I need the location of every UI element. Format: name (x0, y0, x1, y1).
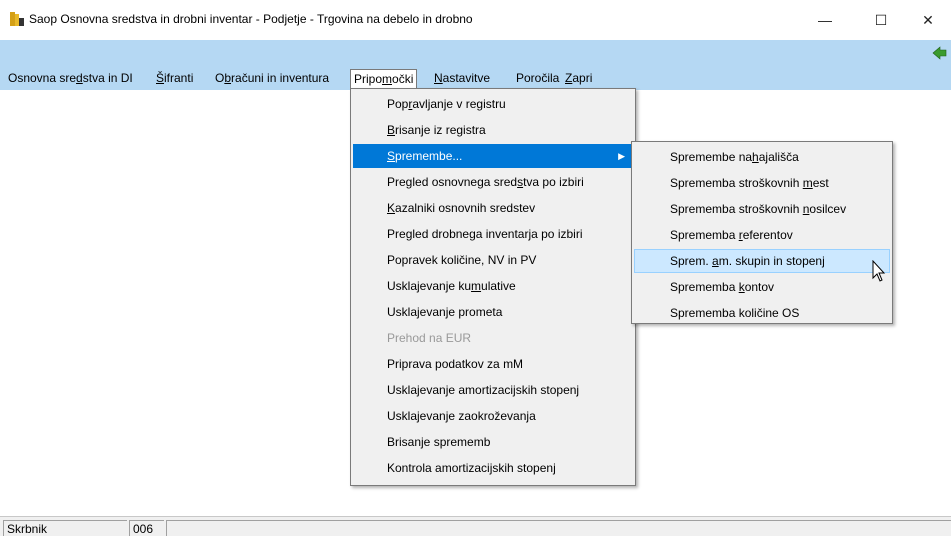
dropdown-item[interactable]: Usklajevanje kumulative (353, 274, 633, 298)
submenu-item-hovered[interactable]: Sprem. am. skupin in stopenj (634, 249, 890, 273)
dropdown-item[interactable]: Brisanje iz registra (353, 118, 633, 142)
dropdown-item[interactable]: Kazalniki osnovnih sredstev (353, 196, 633, 220)
menu-porocila[interactable]: Poročila (513, 69, 562, 89)
app-icon (10, 12, 24, 26)
menu-zapri[interactable]: Zapri (562, 69, 595, 89)
dropdown-item[interactable]: Popravljanje v registru (353, 92, 633, 116)
dropdown-item[interactable]: Priprava podatkov za mM (353, 352, 633, 376)
maximize-button[interactable]: ☐ (858, 4, 904, 36)
dropdown-item-disabled: Prehod na EUR (387, 331, 472, 345)
dropdown-item[interactable]: Usklajevanje prometa (353, 300, 633, 324)
dropdown-item[interactable]: Brisanje sprememb (353, 430, 633, 454)
mouse-pointer-icon (872, 260, 886, 282)
status-label: Skrbnik (3, 520, 127, 536)
dropdown-item[interactable]: Pregled osnovnega sredstva po izbiri (353, 170, 633, 194)
green-arrow-icon[interactable] (932, 46, 948, 60)
menu-osnovna-sredstva[interactable]: Osnovna sredstva in DI (5, 69, 136, 89)
dropdown-item[interactable]: Kontrola amortizacijskih stopenj (353, 456, 633, 480)
menu-pripomocki[interactable]: Pripomočki (350, 69, 418, 89)
submenu-item[interactable]: Sprememba stroškovnih mest (634, 171, 890, 195)
window-title: Saop Osnovna sredstva in drobni inventar… (29, 12, 473, 26)
dropdown-item-spremembe[interactable]: Spremembe... ▶ (353, 144, 633, 168)
status-bar: Skrbnik 006 (0, 516, 951, 536)
minimize-button[interactable]: — (802, 4, 848, 36)
submenu-item[interactable]: Sprememba količine OS (634, 301, 890, 325)
toolbar-strip (0, 40, 951, 66)
spremembe-submenu: Spremembe nahajališča Sprememba stroškov… (631, 141, 893, 324)
menu-nastavitve[interactable]: Nastavitve (431, 69, 493, 89)
submenu-item[interactable]: Sprememba kontov (634, 275, 890, 299)
menu-obracuni[interactable]: Obračuni in inventura (212, 69, 332, 89)
dropdown-item[interactable]: Popravek količine, NV in PV (353, 248, 633, 272)
menu-bar: Osnovna sredstva in DI Šifranti Obračuni… (0, 66, 951, 90)
close-button[interactable]: ✕ (905, 4, 951, 36)
dropdown-item[interactable]: Pregled drobnega inventarja po izbiri (353, 222, 633, 246)
submenu-item[interactable]: Sprememba stroškovnih nosilcev (634, 197, 890, 221)
status-value: 006 (129, 520, 164, 536)
submenu-arrow-icon: ▶ (618, 151, 625, 161)
submenu-item[interactable]: Spremembe nahajališča (634, 145, 890, 169)
dropdown-item[interactable]: Usklajevanje zaokroževanja (353, 404, 633, 428)
status-extra (166, 520, 951, 536)
title-bar: Saop Osnovna sredstva in drobni inventar… (0, 0, 951, 40)
submenu-item[interactable]: Sprememba referentov (634, 223, 890, 247)
pripomocki-dropdown: Popravljanje v registru Brisanje iz regi… (350, 88, 636, 486)
dropdown-item[interactable]: Usklajevanje amortizacijskih stopenj (353, 378, 633, 402)
menu-sifranti[interactable]: Šifranti (153, 69, 196, 89)
